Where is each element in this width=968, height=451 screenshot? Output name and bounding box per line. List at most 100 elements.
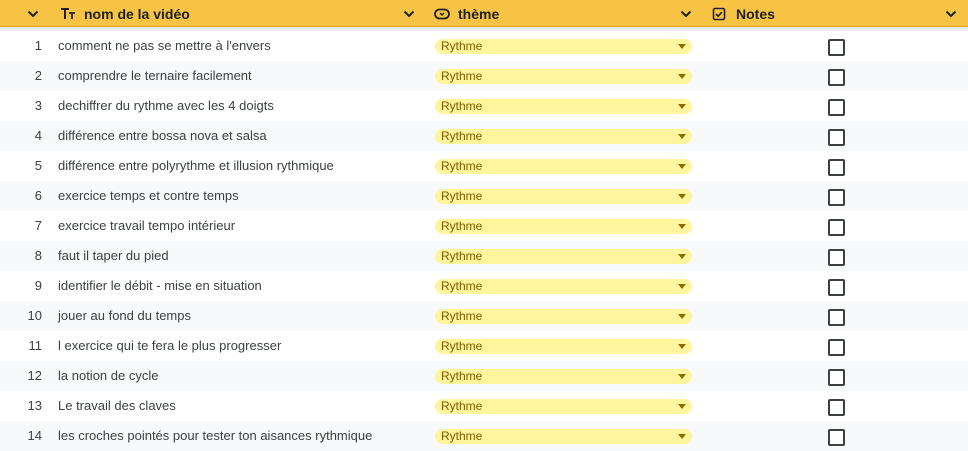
theme-dropdown-chip[interactable]: Rythme bbox=[435, 399, 692, 414]
video-title-cell[interactable]: jouer au fond du temps bbox=[58, 301, 191, 331]
video-title-cell[interactable]: Le travail des claves bbox=[58, 391, 176, 421]
theme-chip-label: Rythme bbox=[441, 309, 483, 323]
table-row[interactable]: 12 la notion de cycle Rythme bbox=[0, 361, 968, 391]
column-header-theme-label: thème bbox=[458, 5, 500, 22]
notes-checkbox[interactable] bbox=[828, 429, 845, 446]
notes-checkbox[interactable] bbox=[828, 39, 845, 56]
theme-dropdown-chip[interactable]: Rythme bbox=[435, 279, 692, 294]
theme-dropdown-chip[interactable]: Rythme bbox=[435, 129, 692, 144]
theme-dropdown-chip[interactable]: Rythme bbox=[435, 219, 692, 234]
table-row[interactable]: 5 différence entre polyrythme et illusion… bbox=[0, 151, 968, 181]
theme-dropdown-chip[interactable]: Rythme bbox=[435, 189, 692, 204]
chevron-down-icon[interactable] bbox=[944, 7, 958, 26]
checkbox-icon bbox=[712, 7, 726, 21]
caret-down-icon bbox=[678, 284, 686, 289]
table-row[interactable]: 3 dechiffrer du rythme avec les 4 doigts R… bbox=[0, 91, 968, 121]
row-number: 11 bbox=[28, 338, 43, 353]
caret-down-icon bbox=[678, 44, 686, 49]
theme-dropdown-chip[interactable]: Rythme bbox=[435, 69, 692, 84]
notes-checkbox[interactable] bbox=[828, 399, 845, 416]
theme-chip-label: Rythme bbox=[441, 189, 483, 203]
theme-chip-label: Rythme bbox=[441, 399, 483, 413]
video-title-cell[interactable]: comprendre le ternaire facilement bbox=[58, 61, 252, 91]
caret-down-icon bbox=[678, 404, 686, 409]
column-header-nom[interactable]: nom de la vidéo bbox=[60, 0, 190, 27]
video-title-cell[interactable]: les croches pointés pour tester ton aisa… bbox=[58, 421, 372, 451]
column-header-theme[interactable]: thème bbox=[434, 0, 499, 27]
theme-chip-label: Rythme bbox=[441, 39, 483, 53]
video-title-cell[interactable]: dechiffrer du rythme avec les 4 doigts bbox=[58, 91, 274, 121]
notes-checkbox[interactable] bbox=[828, 69, 845, 86]
column-header-notes[interactable]: Notes bbox=[712, 0, 775, 27]
theme-chip-label: Rythme bbox=[441, 339, 483, 353]
table-row[interactable]: 7 exercice travail tempo intérieur Rythme bbox=[0, 211, 968, 241]
notes-checkbox[interactable] bbox=[828, 159, 845, 176]
video-title-cell[interactable]: exercice travail tempo intérieur bbox=[58, 211, 235, 241]
notes-checkbox[interactable] bbox=[828, 129, 845, 146]
table-row[interactable]: 10 jouer au fond du temps Rythme bbox=[0, 301, 968, 331]
theme-dropdown-chip[interactable]: Rythme bbox=[435, 39, 692, 54]
table-row[interactable]: 8 faut il taper du pied Rythme bbox=[0, 241, 968, 271]
notes-checkbox[interactable] bbox=[828, 189, 845, 206]
theme-chip-label: Rythme bbox=[441, 129, 483, 143]
theme-chip-label: Rythme bbox=[441, 369, 483, 383]
table-row[interactable]: 9 identifier le débit - mise en situation… bbox=[0, 271, 968, 301]
table-row[interactable]: 2 comprendre le ternaire facilement Rythme bbox=[0, 61, 968, 91]
chevron-down-icon[interactable] bbox=[402, 7, 416, 26]
chevron-down-icon[interactable] bbox=[26, 7, 40, 26]
video-title-cell[interactable]: comment ne pas se mettre à l'envers bbox=[58, 31, 271, 61]
caret-down-icon bbox=[678, 224, 686, 229]
theme-dropdown-chip[interactable]: Rythme bbox=[435, 159, 692, 174]
table-row[interactable]: 1 comment ne pas se mettre à l'envers Ryth… bbox=[0, 31, 968, 61]
row-number: 13 bbox=[27, 398, 42, 413]
table-row[interactable]: 11 l exercice qui te fera le plus progres… bbox=[0, 331, 968, 361]
notes-checkbox[interactable] bbox=[828, 309, 845, 326]
row-number: 3 bbox=[34, 98, 42, 113]
row-number: 12 bbox=[27, 368, 42, 383]
row-number: 9 bbox=[34, 278, 42, 293]
theme-chip-label: Rythme bbox=[441, 429, 483, 443]
caret-down-icon bbox=[678, 74, 686, 79]
caret-down-icon bbox=[678, 344, 686, 349]
table-row[interactable]: 4 différence entre bossa nova et salsa Ryt… bbox=[0, 121, 968, 151]
notes-checkbox[interactable] bbox=[828, 249, 845, 266]
theme-dropdown-chip[interactable]: Rythme bbox=[435, 369, 692, 384]
caret-down-icon bbox=[678, 164, 686, 169]
video-title-cell[interactable]: la notion de cycle bbox=[58, 361, 158, 391]
caret-down-icon bbox=[678, 254, 686, 259]
row-number: 6 bbox=[34, 188, 42, 203]
row-number: 1 bbox=[34, 38, 42, 53]
table-header: nom de la vidéo thème Notes bbox=[0, 0, 968, 27]
table-row[interactable]: 6 exercice temps et contre temps Rythme bbox=[0, 181, 968, 211]
theme-dropdown-chip[interactable]: Rythme bbox=[435, 429, 692, 444]
row-number: 14 bbox=[27, 428, 42, 443]
video-title-cell[interactable]: différence entre polyrythme et illusion … bbox=[58, 151, 334, 181]
caret-down-icon bbox=[678, 374, 686, 379]
notes-checkbox[interactable] bbox=[828, 369, 845, 386]
column-header-notes-label: Notes bbox=[736, 5, 775, 22]
dropdown-chip-icon bbox=[434, 7, 450, 21]
theme-dropdown-chip[interactable]: Rythme bbox=[435, 309, 692, 324]
theme-dropdown-chip[interactable]: Rythme bbox=[435, 249, 692, 264]
video-title-cell[interactable]: exercice temps et contre temps bbox=[58, 181, 239, 211]
theme-dropdown-chip[interactable]: Rythme bbox=[435, 339, 692, 354]
theme-chip-label: Rythme bbox=[441, 219, 483, 233]
row-number: 10 bbox=[27, 308, 42, 323]
row-number: 7 bbox=[34, 218, 42, 233]
caret-down-icon bbox=[678, 434, 686, 439]
notes-checkbox[interactable] bbox=[828, 219, 845, 236]
theme-chip-label: Rythme bbox=[441, 159, 483, 173]
video-title-cell[interactable]: différence entre bossa nova et salsa bbox=[58, 121, 267, 151]
table-row[interactable]: 13 Le travail des claves Rythme bbox=[0, 391, 968, 421]
column-header-nom-label: nom de la vidéo bbox=[84, 5, 190, 22]
theme-chip-label: Rythme bbox=[441, 249, 483, 263]
notes-checkbox[interactable] bbox=[828, 279, 845, 296]
table-row[interactable]: 14 les croches pointés pour tester ton ai… bbox=[0, 421, 968, 451]
video-title-cell[interactable]: identifier le débit - mise en situation bbox=[58, 271, 262, 301]
chevron-down-icon[interactable] bbox=[679, 7, 693, 26]
video-title-cell[interactable]: faut il taper du pied bbox=[58, 241, 169, 271]
notes-checkbox[interactable] bbox=[828, 99, 845, 116]
theme-dropdown-chip[interactable]: Rythme bbox=[435, 99, 692, 114]
video-title-cell[interactable]: l exercice qui te fera le plus progresse… bbox=[58, 331, 281, 361]
notes-checkbox[interactable] bbox=[828, 339, 845, 356]
